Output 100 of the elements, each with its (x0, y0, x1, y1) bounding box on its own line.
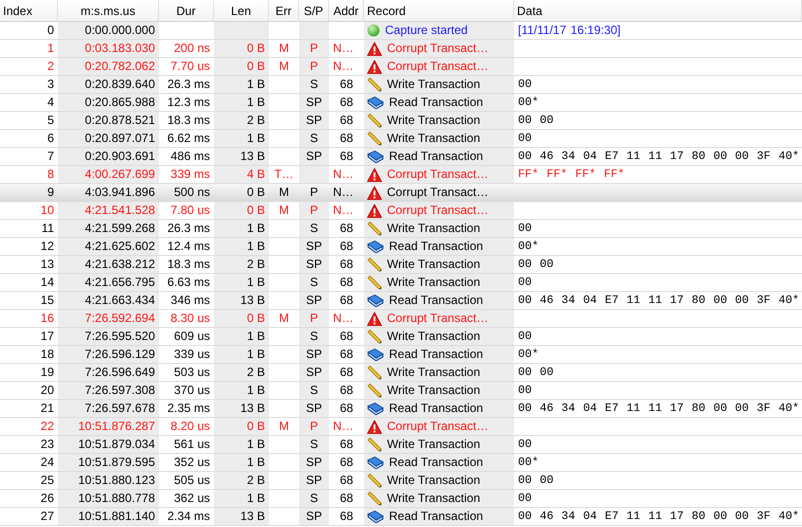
table-row[interactable]: 5 0:20.878.521 18.3 ms 2 B SP 68 Write Transaction 00 00 (0, 112, 802, 130)
table-row[interactable]: 14 4:21.656.795 6.63 ms 1 B S 68 Write Transaction 00 (0, 274, 802, 292)
table-cell-text: 339 ms (170, 166, 211, 183)
table-row[interactable]: 17 7:26.595.520 609 us 1 B S 68 Write Transaction 00 (0, 328, 802, 346)
table-cell-text: 26 (40, 490, 55, 507)
pencil-icon (367, 437, 382, 452)
table-cell: 4:21.599.268 (58, 220, 159, 237)
table-row[interactable]: 23 10:51.879.034 561 us 1 B S 68 Write Transaction 00 (0, 436, 802, 454)
warning-icon (367, 60, 382, 74)
table-cell-text: 68 (338, 292, 354, 309)
record-text: Corrupt Transact… (387, 40, 488, 57)
table-cell-text: 505 us (172, 472, 211, 489)
record-text: Read Transaction (389, 238, 484, 255)
table-row[interactable]: 2 0:20.782.062 7.70 us 0 B M P N… Corrupt Transact… (0, 58, 802, 76)
table-cell-text: 00 00 (517, 473, 555, 489)
table-cell: SP (299, 508, 329, 525)
record-text: Read Transaction (389, 400, 484, 417)
table-cell-text: T… (273, 166, 295, 183)
table-cell: P (299, 418, 329, 435)
table-row[interactable]: 16 7:26.592.694 8.30 us 0 B M P N… Corrupt Transact… (0, 310, 802, 328)
table-cell: 1 B (214, 490, 269, 507)
warning-icon (367, 312, 382, 326)
table-cell: 1 B (214, 220, 269, 237)
table-row[interactable]: 6 0:20.897.071 6.62 ms 1 B S 68 Write Transaction 00 (0, 130, 802, 148)
column-header[interactable]: Len (214, 0, 269, 21)
table-cell-text: 21 (40, 400, 55, 417)
table-row[interactable]: 1 0:03.183.030 200 ns 0 B M P N… Corrupt Transact… (0, 40, 802, 58)
table-row[interactable]: 19 7:26.596.649 503 us 2 B SP 68 Write Transaction 00 00 (0, 364, 802, 382)
column-header[interactable]: Dur (159, 0, 214, 21)
table-cell-text: 00 46 34 04 E7 11 11 17 80 00 00 3F 40* (517, 293, 800, 309)
table-row[interactable]: 3 0:20.839.640 26.3 ms 1 B S 68 Write Transaction 00 (0, 76, 802, 94)
table-cell: 0:20.897.071 (58, 130, 159, 147)
table-row[interactable]: 7 0:20.903.691 486 ms 13 B SP 68 Read Transaction 00 46 34 04 E7 11 11 17 80 00 00 3F 40* (0, 148, 802, 166)
record-text: Corrupt Transact… (387, 58, 488, 75)
warning-icon (367, 168, 382, 182)
record-text: Write Transaction (387, 328, 480, 345)
table-cell: P (299, 202, 329, 219)
book-icon (367, 150, 384, 163)
table-row[interactable]: 13 4:21.638.212 18.3 ms 2 B SP 68 Write Transaction 00 00 (0, 256, 802, 274)
table-row[interactable]: 20 7:26.597.308 370 us 1 B S 68 Write Transaction 00 (0, 382, 802, 400)
column-header[interactable]: Record (364, 0, 514, 21)
table-cell-text: 0 B (246, 184, 266, 201)
table-cell-text: 609 us (172, 328, 211, 345)
table-cell-text: 8.20 us (170, 418, 211, 435)
table-cell: 1 B (214, 274, 269, 291)
table-cell: 0 B (214, 310, 269, 327)
table-cell: 0 B (214, 58, 269, 75)
table-cell: 7:26.595.520 (58, 328, 159, 345)
book-icon (367, 240, 384, 253)
table-cell-text: 26.3 ms (166, 220, 211, 237)
table-cell-text: 68 (338, 274, 354, 291)
table-cell: 4:21.541.528 (58, 202, 159, 219)
pencil-icon (367, 365, 382, 380)
table-cell: 4:21.638.212 (58, 256, 159, 273)
table-cell-text: 561 us (172, 436, 211, 453)
table-row[interactable]: 4 0:20.865.988 12.3 ms 1 B SP 68 Read Transaction 00* (0, 94, 802, 112)
table-row[interactable]: 24 10:51.879.595 352 us 1 B SP 68 Read Transaction 00* (0, 454, 802, 472)
table-cell-text: 00 (517, 131, 533, 147)
table-cell-text: 18.3 ms (166, 256, 211, 273)
column-header[interactable]: Err (269, 0, 299, 21)
column-header[interactable]: m:s.ms.us (58, 0, 159, 21)
table-cell-text: N… (332, 40, 355, 57)
record-text: Write Transaction (387, 490, 480, 507)
table-cell: 4:21.625.602 (58, 238, 159, 255)
warning-icon (367, 420, 382, 434)
table-cell-text: 12.3 ms (166, 94, 211, 111)
column-header[interactable]: Addr (329, 0, 364, 21)
table-cell-text: 12 (40, 238, 55, 255)
pencil-icon (367, 131, 382, 146)
record-text: Write Transaction (387, 76, 480, 93)
table-cell-text: 68 (338, 256, 354, 273)
table-row[interactable]: 10 4:21.541.528 7.80 us 0 B M P N… Corrupt Transact… (0, 202, 802, 220)
table-row[interactable]: 25 10:51.880.123 505 us 2 B SP 68 Write Transaction 00 00 (0, 472, 802, 490)
table-cell-text: 8 (46, 166, 55, 183)
table-cell: SP (299, 472, 329, 489)
table-row[interactable]: 15 4:21.663.434 346 ms 13 B SP 68 Read Transaction 00 46 34 04 E7 11 11 17 80 00 00 3F 40* (0, 292, 802, 310)
table-cell-text: 15 (40, 292, 55, 309)
table-row[interactable]: 27 10:51.881.140 2.34 ms 13 B SP 68 Read Transaction 00 46 34 04 E7 11 11 17 80 00 00 3F 40* (0, 508, 802, 526)
table-cell-text: M (278, 40, 290, 57)
table-cell-text: 00 (517, 491, 533, 507)
table-cell-text: 68 (338, 364, 354, 381)
column-header[interactable]: Index (0, 0, 58, 21)
table-cell-text: 68 (338, 472, 354, 489)
table-row[interactable]: 26 10:51.880.778 362 us 1 B S 68 Write Transaction 00 (0, 490, 802, 508)
table-cell-text: 68 (338, 76, 354, 93)
table-row[interactable]: 11 4:21.599.268 26.3 ms 1 B S 68 Write Transaction 00 (0, 220, 802, 238)
table-row[interactable]: 22 10:51.876.287 8.20 us 0 B M P N… Corrupt Transact… (0, 418, 802, 436)
selected-row[interactable]: 9 4:03.941.896 500 ns 0 B M P N… Corrupt Transact… (0, 184, 802, 202)
table-cell: SP (299, 454, 329, 471)
table-row[interactable]: 21 7:26.597.678 2.35 ms 13 B SP 68 Read Transaction 00 46 34 04 E7 11 11 17 80 00 00 3F 40* (0, 400, 802, 418)
table-cell: 13 B (214, 508, 269, 525)
table-row[interactable]: 0 0:00.000.000 Capture started [11/11/17 16:19:30] (0, 22, 802, 40)
pencil-icon (367, 221, 382, 236)
record-text: Corrupt Transact… (387, 418, 488, 435)
column-header[interactable]: S/P (299, 0, 329, 21)
table-row[interactable]: 12 4:21.625.602 12.4 ms 1 B SP 68 Read Transaction 00* (0, 238, 802, 256)
table-cell: S (299, 382, 329, 399)
column-header[interactable]: Data (514, 0, 802, 21)
record-text: Write Transaction (387, 112, 480, 129)
table-row[interactable]: 18 7:26.596.129 339 us 1 B SP 68 Read Transaction 00* (0, 346, 802, 364)
